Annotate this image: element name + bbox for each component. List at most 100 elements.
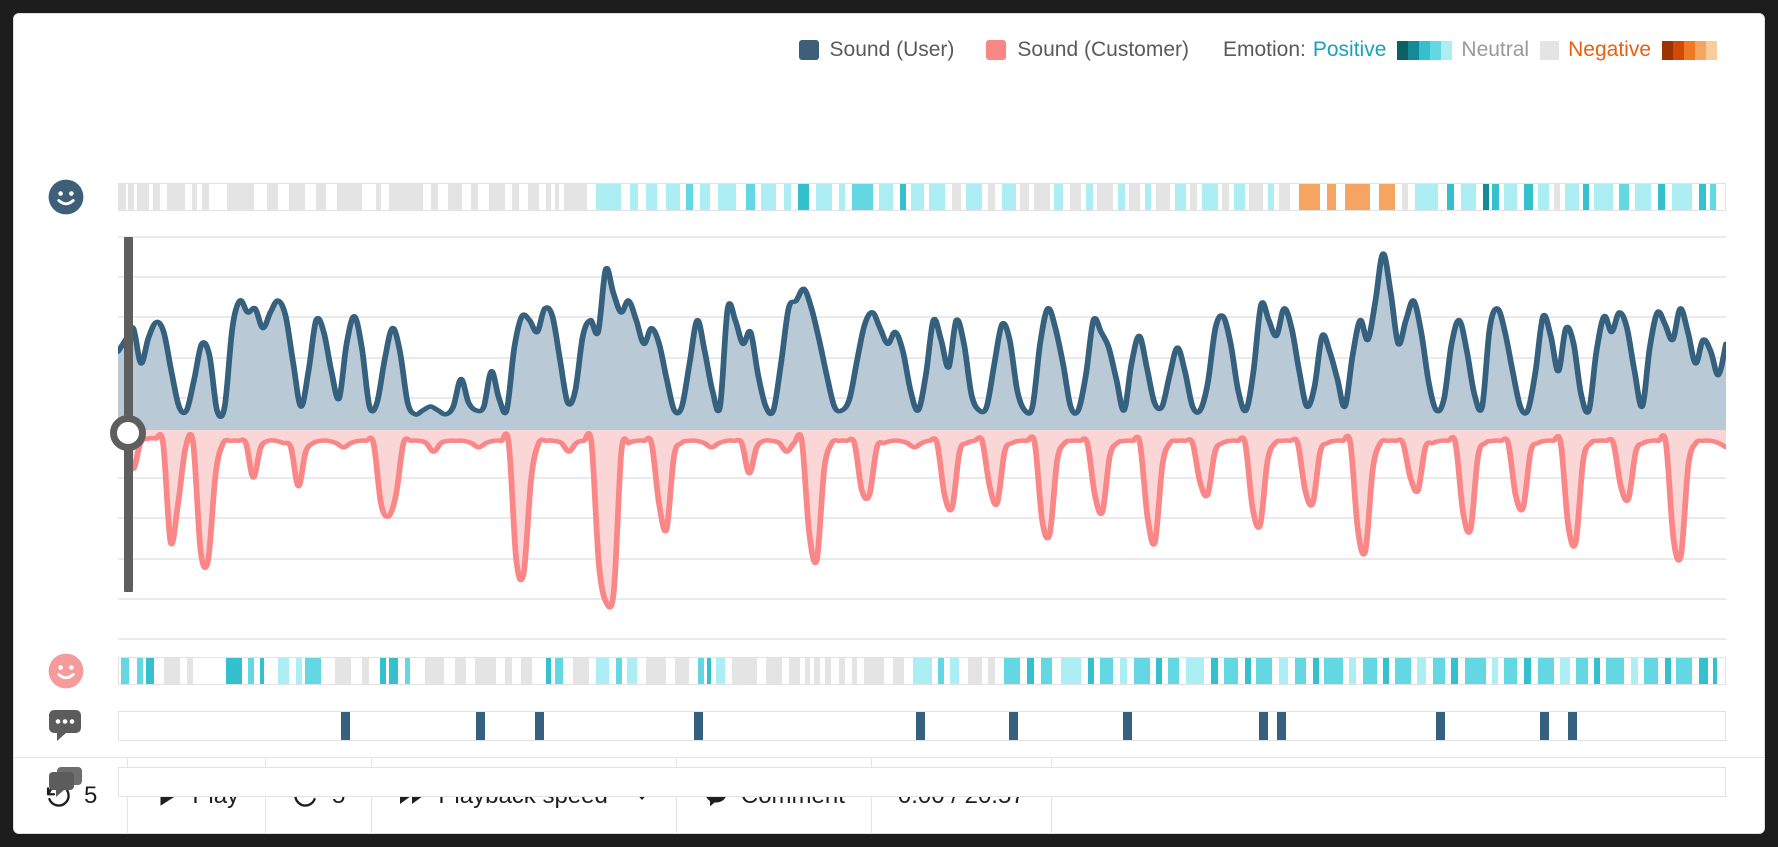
- emotion-segment: [316, 184, 326, 210]
- emotion-segment: [1537, 184, 1550, 210]
- emotion-segment: [1256, 658, 1273, 684]
- emotion-segment: [731, 658, 757, 684]
- emotion-segment: [375, 184, 382, 210]
- track-transcript[interactable]: [118, 767, 1726, 797]
- emotion-segment: [405, 658, 410, 684]
- emotion-segment: [166, 184, 185, 210]
- emotion-segment: [389, 658, 399, 684]
- comment-marker[interactable]: [693, 712, 703, 740]
- emotion-segment: [1583, 184, 1589, 210]
- emotion-segment: [1712, 658, 1718, 684]
- emotion-segment: [938, 658, 945, 684]
- emotion-segment: [988, 184, 996, 210]
- playhead-handle[interactable]: [109, 415, 146, 451]
- emotion-segment: [1086, 184, 1093, 210]
- emotion-segment: [1483, 184, 1489, 210]
- emotion-segment: [1190, 184, 1198, 210]
- emotion-segment: [1156, 184, 1170, 210]
- emotion-segment: [1224, 658, 1239, 684]
- emotion-segment: [554, 658, 563, 684]
- track-sound-chart[interactable]: [109, 234, 1726, 646]
- comments-lane[interactable]: [118, 711, 1726, 741]
- row-sound-chart: [14, 234, 1726, 646]
- transcript-lane[interactable]: [118, 767, 1726, 797]
- emotion-segment: [146, 658, 155, 684]
- user-smiley-face-icon: [47, 178, 85, 216]
- comment-marker[interactable]: [1122, 712, 1132, 740]
- emotion-segment: [813, 658, 821, 684]
- emotion-segment: [1524, 658, 1531, 684]
- emotion-segment: [1417, 658, 1427, 684]
- comment-marker[interactable]: [915, 712, 925, 740]
- emotion-segment: [852, 658, 857, 684]
- emotion-segment: [336, 184, 362, 210]
- emotion-segment: [893, 658, 905, 684]
- emotion-segment: [1145, 184, 1151, 210]
- emotion-segment: [454, 658, 467, 684]
- emotion-segment: [296, 658, 302, 684]
- customer-emotion-strip[interactable]: [118, 657, 1726, 685]
- emotion-segment: [1619, 184, 1629, 210]
- chart-legend: Sound (User) Sound (Customer) Emotion: P…: [14, 14, 1764, 86]
- emotion-segment: [389, 184, 424, 210]
- emotion-segment: [1594, 658, 1601, 684]
- comment-marker[interactable]: [1259, 712, 1269, 740]
- emotion-label-negative: Negative: [1568, 38, 1651, 61]
- comment-marker[interactable]: [1008, 712, 1018, 740]
- emotion-segment: [1415, 184, 1438, 210]
- emotion-segment: [929, 184, 946, 210]
- emotion-segment: [1537, 658, 1554, 684]
- emotion-segment: [1676, 658, 1693, 684]
- comment-marker[interactable]: [1567, 712, 1577, 740]
- emotion-segment: [1344, 184, 1370, 210]
- emotion-segment: [1594, 184, 1613, 210]
- comment-marker[interactable]: [1540, 712, 1550, 740]
- emotion-segment: [824, 658, 831, 684]
- emotion-segment: [277, 658, 290, 684]
- emotion-segment: [1362, 658, 1377, 684]
- emotion-segment: [305, 658, 321, 684]
- emotion-segment: [225, 658, 242, 684]
- emotion-segment: [745, 184, 755, 210]
- emotion-segment: [119, 184, 126, 210]
- emotion-segment: [1061, 658, 1082, 684]
- comment-marker[interactable]: [340, 712, 350, 740]
- emotion-segment: [1605, 658, 1624, 684]
- emotion-segment: [1465, 658, 1486, 684]
- emotion-segment: [913, 658, 932, 684]
- gutter-transcript: [14, 764, 118, 800]
- row-user-emotion: [14, 178, 1726, 216]
- sound-waveform-chart[interactable]: [109, 234, 1726, 646]
- emotion-segment: [248, 658, 255, 684]
- emotion-segment: [504, 658, 512, 684]
- emotion-segment: [489, 184, 505, 210]
- comment-marker[interactable]: [534, 712, 544, 740]
- emotion-segment: [697, 658, 704, 684]
- user-emotion-strip[interactable]: [118, 183, 1726, 211]
- emotion-segment: [334, 658, 351, 684]
- track-comments[interactable]: [118, 711, 1726, 741]
- comment-marker[interactable]: [1435, 712, 1445, 740]
- customer-line: [118, 431, 1726, 610]
- emotion-segment: [1210, 658, 1218, 684]
- emotion-segment: [1244, 658, 1251, 684]
- emotion-segment: [716, 658, 726, 684]
- comment-marker[interactable]: [1276, 712, 1286, 740]
- comment-marker[interactable]: [475, 712, 485, 740]
- row-comments: [14, 708, 1726, 744]
- row-transcript: [14, 764, 1726, 800]
- emotion-segment: [761, 184, 777, 210]
- emotion-segment: [1133, 658, 1150, 684]
- legend-label-sound-customer: Sound (Customer): [1017, 38, 1189, 61]
- track-customer-emotion[interactable]: [118, 657, 1726, 685]
- emotion-segment: [788, 658, 800, 684]
- emotion-segment: [879, 184, 894, 210]
- gutter-comments: [14, 708, 118, 744]
- emotion-segment: [1088, 658, 1094, 684]
- emotion-segment: [1294, 658, 1307, 684]
- emotion-segment: [164, 658, 181, 684]
- track-user-emotion[interactable]: [118, 183, 1726, 211]
- emotion-segment: [1401, 184, 1409, 210]
- emotion-segment: [1201, 184, 1218, 210]
- emotion-segment: [718, 184, 737, 210]
